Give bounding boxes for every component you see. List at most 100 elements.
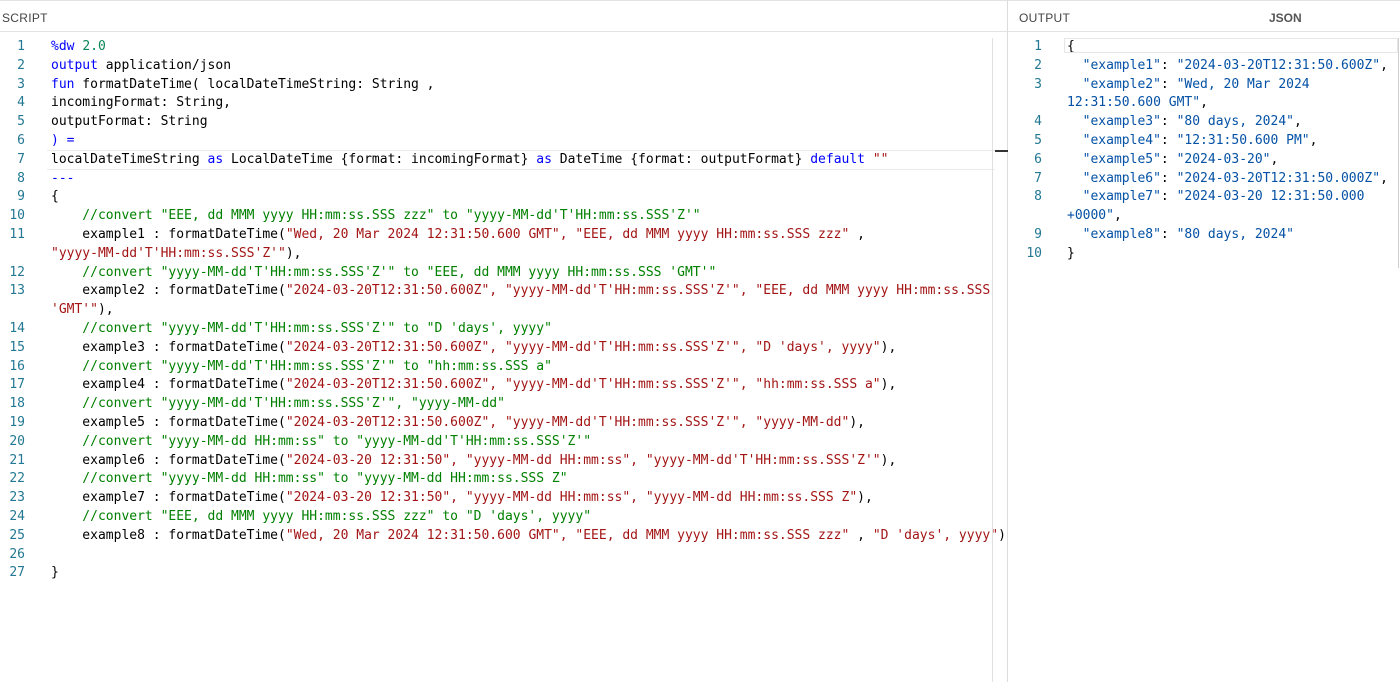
code-token: 'GMT'" bbox=[51, 302, 98, 318]
code-token: as bbox=[536, 151, 552, 167]
line-number: 6 bbox=[17, 132, 25, 148]
code-token: as bbox=[207, 151, 224, 167]
line-code: 'GMT'"), bbox=[51, 301, 114, 320]
code-token: : bbox=[1160, 226, 1177, 242]
output-line: 8 "example7": "2024-03-20 12:31:50.000 bbox=[1008, 188, 1400, 207]
line-code: //convert "yyyy-MM-dd HH:mm:ss" to "yyyy… bbox=[51, 470, 568, 489]
code-token: --- bbox=[51, 170, 75, 186]
line-code: +0000", bbox=[1067, 207, 1122, 226]
line-number: 16 bbox=[9, 358, 25, 374]
code-token: example1 : formatDateTime( bbox=[51, 226, 286, 242]
script-line: 9{ bbox=[0, 188, 1007, 207]
line-number: 6 bbox=[1034, 151, 1042, 167]
script-line: 2 output application/json bbox=[0, 57, 1007, 76]
line-number: 3 bbox=[17, 76, 25, 92]
line-code: example4 : formatDateTime("2024-03-20T12… bbox=[51, 376, 896, 395]
line-code: "example8": "80 days, 2024" bbox=[1067, 226, 1294, 245]
output-line: 3 "example2": "Wed, 20 Mar 2024 bbox=[1008, 76, 1400, 95]
code-token: //convert "EEE, dd MMM yyyy HH:mm:ss.SSS… bbox=[51, 208, 701, 224]
code-token: , bbox=[849, 527, 873, 543]
script-line: 4 incomingFormat: String, bbox=[0, 94, 1007, 113]
line-number: 15 bbox=[9, 339, 25, 355]
line-number: 8 bbox=[1034, 189, 1042, 205]
line-number: 20 bbox=[9, 433, 25, 449]
line-code: localDateTimeString as LocalDateTime {fo… bbox=[51, 151, 889, 170]
code-token: "example6" bbox=[1067, 170, 1161, 186]
code-token: "example4" bbox=[1067, 132, 1161, 148]
line-code: "example6": "2024-03-20T12:31:50.000Z", bbox=[1067, 170, 1388, 189]
line-number: 10 bbox=[1026, 245, 1042, 261]
line-code: %dw 2.0 bbox=[51, 38, 106, 57]
script-editor[interactable]: 1 %dw 2.0 2 output application/json 3 fun for… bbox=[0, 32, 1007, 583]
script-title: SCRIPT bbox=[2, 11, 48, 25]
code-token: } bbox=[51, 565, 59, 581]
line-code: example8 : formatDateTime("Wed, 20 Mar 2… bbox=[51, 527, 1006, 546]
output-editor[interactable]: 1{2 "example1": "2024-03-20T12:31:50.600… bbox=[1008, 32, 1400, 264]
code-token: %dw bbox=[51, 39, 83, 54]
script-line: 22 //convert "yyyy-MM-dd HH:mm:ss" to "y… bbox=[0, 470, 1007, 489]
code-token: "" bbox=[865, 151, 889, 167]
code-token: ), bbox=[857, 490, 873, 506]
code-token: "2024-03-20 12:31:50", "yyyy-MM-dd HH:mm… bbox=[285, 490, 858, 506]
code-token: //convert "yyyy-MM-dd'T'HH:mm:ss.SSS'Z'"… bbox=[51, 396, 505, 412]
line-code: } bbox=[51, 564, 59, 583]
line-number: 25 bbox=[9, 527, 25, 543]
line-code: 12:31:50.600 GMT", bbox=[1067, 94, 1208, 113]
script-line: 17 example4 : formatDateTime("2024-03-20… bbox=[0, 376, 1007, 395]
code-token: "2024-03-20T12:31:50.000Z" bbox=[1176, 170, 1381, 186]
script-line: 14 //convert "yyyy-MM-dd'T'HH:mm:ss.SSS'… bbox=[0, 320, 1007, 339]
code-token: localDateTimeString bbox=[51, 151, 208, 167]
line-code: example7 : formatDateTime("2024-03-20 12… bbox=[51, 489, 873, 508]
code-token: : bbox=[1160, 76, 1177, 92]
script-line: 7 localDateTimeString as LocalDateTime {f… bbox=[0, 151, 1007, 170]
code-token: example6 : formatDateTime( bbox=[51, 452, 286, 468]
code-token: ), bbox=[880, 377, 897, 393]
line-code: example2 : formatDateTime("2024-03-20T12… bbox=[51, 282, 990, 301]
code-token: "example7" bbox=[1067, 189, 1161, 205]
line-code: example3 : formatDateTime("2024-03-20T12… bbox=[51, 339, 896, 358]
line-code: output application/json bbox=[51, 57, 231, 76]
code-token: 12:31:50.600 GMT" bbox=[1067, 95, 1201, 111]
line-code: "example7": "2024-03-20 12:31:50.000 bbox=[1067, 188, 1365, 207]
line-code: fun formatDateTime( localDateTimeString:… bbox=[51, 76, 435, 95]
script-header: SCRIPT bbox=[0, 0, 1007, 32]
output-line: 6 "example5": "2024-03-20", bbox=[1008, 151, 1400, 170]
line-number: 9 bbox=[17, 189, 25, 205]
scrollbar-thumb[interactable] bbox=[995, 150, 1008, 152]
line-code: "example4": "12:31:50.600 PM", bbox=[1067, 132, 1318, 151]
output-line: 2 "example1": "2024-03-20T12:31:50.600Z"… bbox=[1008, 57, 1400, 76]
output-pane: OUTPUT JSON 1{2 "example1": "2024-03-20T… bbox=[1008, 0, 1400, 682]
line-code: "example5": "2024-03-20", bbox=[1067, 151, 1279, 170]
code-token: fun bbox=[51, 76, 75, 92]
output-line: 12:31:50.600 GMT", bbox=[1008, 94, 1400, 113]
code-token: , bbox=[1113, 208, 1122, 224]
output-format-label[interactable]: JSON bbox=[1269, 11, 1302, 25]
code-token: "2024-03-20T12:31:50.600Z", "yyyy-MM-dd'… bbox=[285, 339, 881, 355]
line-number: 22 bbox=[9, 471, 25, 487]
script-line: 1 %dw 2.0 bbox=[0, 38, 1007, 57]
script-line: 16 //convert "yyyy-MM-dd'T'HH:mm:ss.SSS'… bbox=[0, 358, 1007, 377]
code-token: ), bbox=[849, 414, 865, 430]
line-number: 1 bbox=[17, 39, 25, 54]
code-token: "example3" bbox=[1067, 114, 1161, 130]
line-code: "example2": "Wed, 20 Mar 2024 bbox=[1067, 76, 1310, 95]
code-token: "2024-03-20" bbox=[1176, 151, 1271, 167]
code-token: , bbox=[1200, 95, 1208, 111]
code-token: : bbox=[1160, 132, 1177, 148]
line-number: 24 bbox=[9, 508, 25, 524]
code-token: //convert "yyyy-MM-dd HH:mm:ss" to "yyyy… bbox=[51, 471, 568, 487]
line-number: 8 bbox=[17, 170, 25, 186]
line-code: "yyyy-MM-dd'T'HH:mm:ss.SSS'Z'"), bbox=[51, 245, 301, 264]
code-token: ) bbox=[998, 527, 1006, 543]
script-line: 20 //convert "yyyy-MM-dd HH:mm:ss" to "y… bbox=[0, 433, 1007, 452]
code-token: "12:31:50.600 PM" bbox=[1176, 132, 1310, 148]
code-token: } bbox=[1067, 245, 1075, 261]
line-number: 3 bbox=[1034, 76, 1042, 92]
code-token: default bbox=[810, 151, 866, 167]
code-token: "2024-03-20 12:31:50.000 bbox=[1176, 189, 1365, 205]
script-line: 10 //convert "EEE, dd MMM yyyy HH:mm:ss.… bbox=[0, 207, 1007, 226]
code-token: +0000" bbox=[1067, 208, 1114, 224]
output-scrollbar[interactable] bbox=[1398, 38, 1399, 268]
output-line: +0000", bbox=[1008, 207, 1400, 226]
line-number: 10 bbox=[9, 208, 25, 224]
